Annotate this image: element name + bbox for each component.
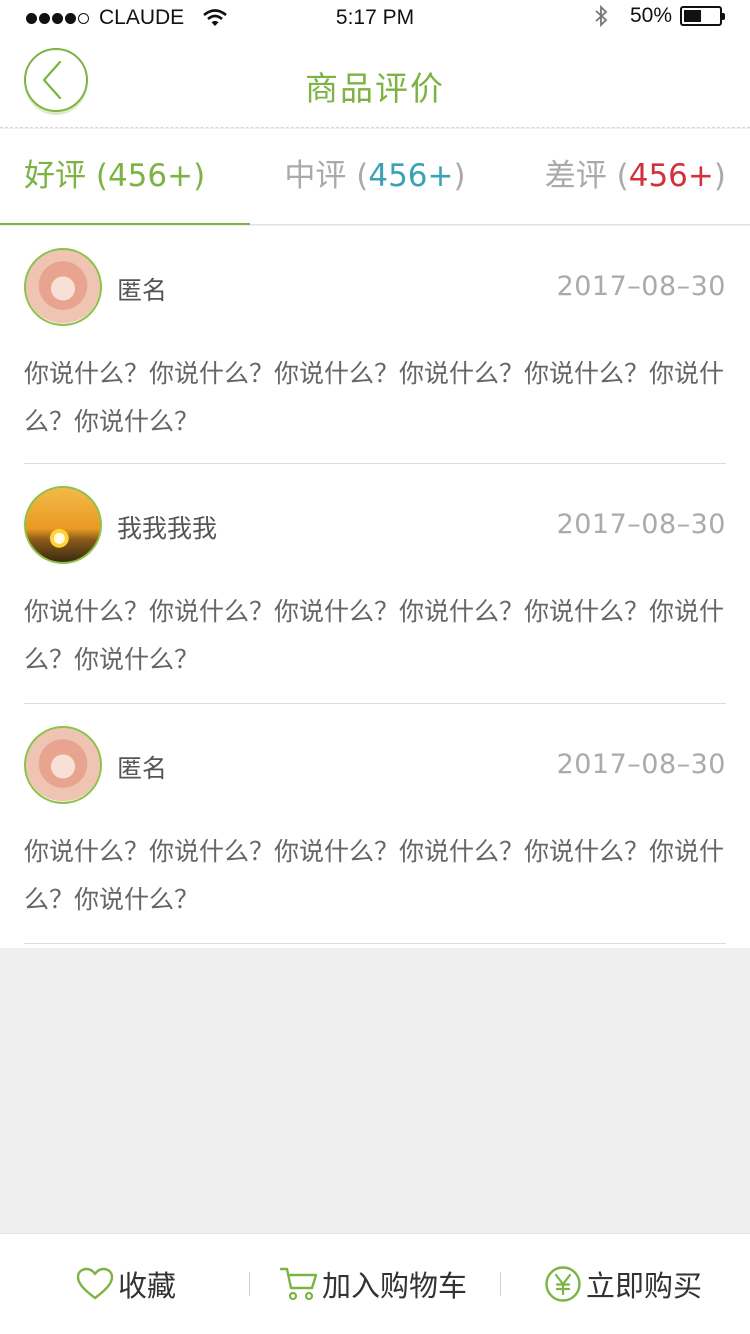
favorite-label: 收藏 [118, 1269, 177, 1303]
tab-label: 差评 [544, 158, 607, 194]
favorite-button[interactable]: 收藏 [76, 1234, 176, 1334]
yen-icon [545, 1266, 581, 1302]
reviewer-name: 我我我我 [117, 514, 218, 543]
status-bar: CLAUDE 5:17 PM 50% [0, 0, 750, 36]
buy-now-label: 立即购买 [586, 1269, 703, 1303]
review-text: 你说什么？你说什么？你说什么？你说什么？你说什么？你说什么？你说什么？ [24, 597, 725, 674]
heart-icon [76, 1267, 114, 1300]
add-to-cart-label: 加入购物车 [322, 1269, 468, 1303]
review-text: 你说什么？你说什么？你说什么？你说什么？你说什么？你说什么？你说什么？ [24, 359, 725, 436]
tab-label: 中评 [284, 158, 347, 194]
review-item: 匿名 2017–08–30 你说什么？你说什么？你说什么？你说什么？你说什么？你… [24, 704, 726, 944]
avatar [24, 248, 102, 326]
bottom-action-bar: 收藏 加入购物车 立即购买 [0, 1233, 750, 1334]
review-item: 我我我我 2017–08–30 你说什么？你说什么？你说什么？你说什么？你说什么… [24, 464, 726, 704]
battery-percent: 50% [629, 4, 672, 27]
review-text: 你说什么？你说什么？你说什么？你说什么？你说什么？你说什么？你说什么？ [24, 837, 725, 914]
battery-icon [680, 6, 725, 26]
page-title: 商品评价 [305, 69, 445, 108]
reviewer-name: 匿名 [117, 754, 168, 783]
review-date: 2017–08–30 [556, 271, 726, 302]
tab-count: 456+ [628, 158, 714, 194]
cart-icon [280, 1267, 318, 1301]
divider [500, 1272, 501, 1296]
avatar [24, 726, 102, 804]
avatar [24, 486, 102, 564]
review-tabs: 好评 (456+) 中评 (456+) 差评 (456+) [0, 129, 750, 225]
review-date: 2017–08–30 [556, 749, 726, 780]
divider [249, 1272, 250, 1296]
review-list: 匿名 2017–08–30 你说什么？你说什么？你说什么？你说什么？你说什么？你… [0, 226, 750, 948]
reviewer-name: 匿名 [117, 276, 168, 305]
add-to-cart-button[interactable]: 加入购物车 [280, 1234, 467, 1334]
buy-now-button[interactable]: 立即购买 [544, 1234, 702, 1334]
tab-count: 456+ [368, 158, 454, 194]
tab-bad-reviews[interactable]: 差评 (456+) [545, 129, 726, 225]
review-item: 匿名 2017–08–30 你说什么？你说什么？你说什么？你说什么？你说什么？你… [24, 226, 726, 464]
bluetooth-icon [595, 4, 608, 28]
review-date: 2017–08–30 [556, 509, 726, 540]
nav-header: 商品评价 [0, 36, 750, 128]
